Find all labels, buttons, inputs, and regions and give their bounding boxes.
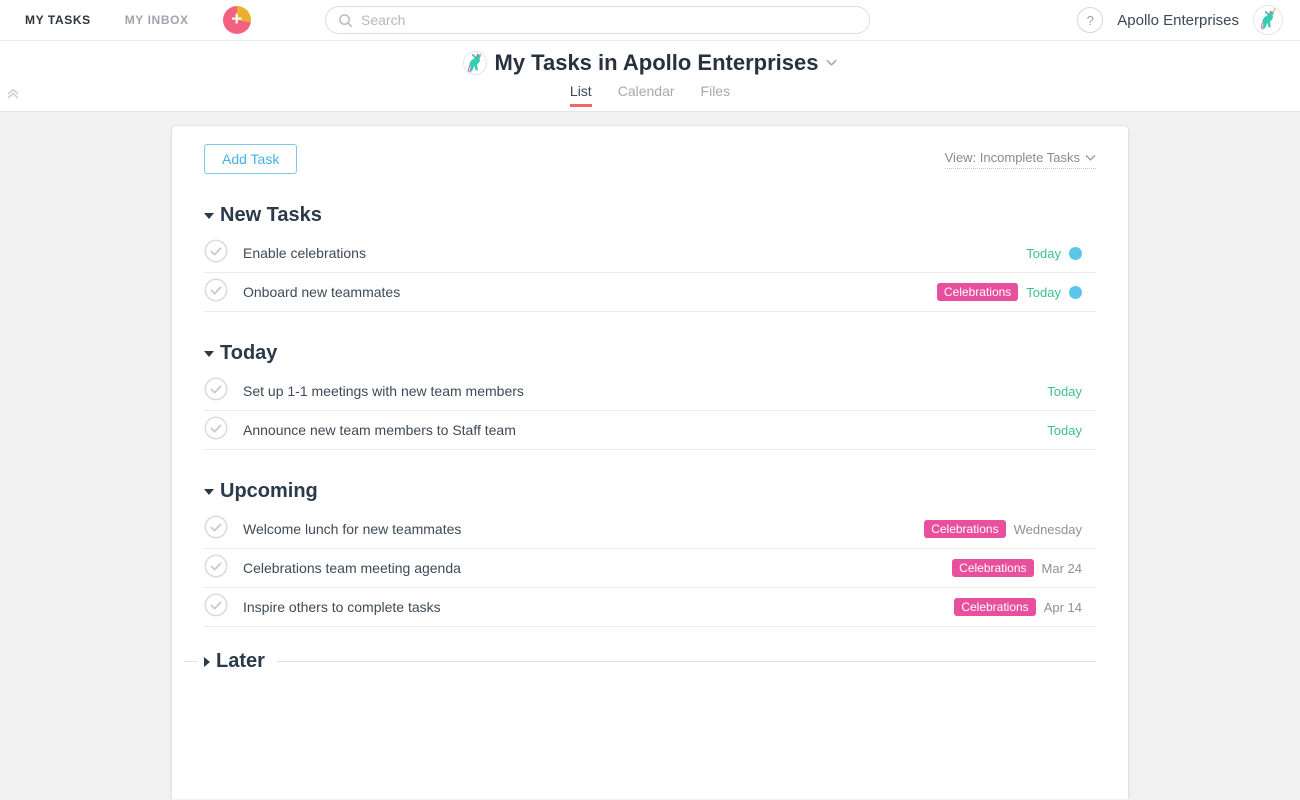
top-nav-right: ? Apollo Enterprises (1077, 5, 1300, 35)
project-tag[interactable]: Celebrations (952, 559, 1033, 577)
list-toolbar: Add Task View: Incomplete Tasks (204, 144, 1096, 174)
title-row: My Tasks in Apollo Enterprises (0, 41, 1300, 76)
unicorn-avatar-icon (463, 51, 487, 75)
section-header-new-tasks[interactable]: New Tasks (204, 204, 1096, 227)
section-header-upcoming[interactable]: Upcoming (204, 480, 1096, 503)
task-list: Set up 1-1 meetings with new team member… (204, 372, 1096, 450)
search-bar[interactable] (325, 6, 870, 34)
workspace-name[interactable]: Apollo Enterprises (1117, 12, 1239, 29)
task-meta: Celebrations Wednesday (924, 520, 1096, 538)
complete-checkbox-icon[interactable] (204, 239, 243, 268)
section-upcoming: Upcoming Welcome lunch for new teammates… (204, 480, 1096, 627)
tab-list[interactable]: List (570, 83, 592, 107)
section-header-later[interactable]: Later (204, 650, 1096, 673)
chevron-down-icon (1085, 150, 1096, 165)
page-title: My Tasks in Apollo Enterprises (495, 50, 819, 76)
complete-checkbox-icon[interactable] (204, 377, 243, 406)
collapse-header-icon[interactable] (6, 86, 20, 105)
due-date: Mar 24 (1042, 561, 1082, 576)
task-row[interactable]: Announce new team members to Staff team T… (204, 411, 1096, 450)
project-avatar (463, 51, 487, 75)
title-dropdown-caret[interactable] (826, 54, 837, 72)
due-date: Today (1047, 423, 1082, 438)
task-meta: Today (1026, 246, 1096, 261)
task-name: Enable celebrations (243, 245, 366, 261)
nav-my-inbox[interactable]: MY INBOX (125, 13, 189, 27)
search-icon (338, 13, 353, 28)
section-later: Later (204, 650, 1096, 673)
view-filter-label: View: Incomplete Tasks (945, 150, 1080, 165)
user-avatar[interactable] (1253, 5, 1283, 35)
quick-add-button[interactable]: + (223, 6, 251, 34)
help-button[interactable]: ? (1077, 7, 1103, 33)
task-row[interactable]: Set up 1-1 meetings with new team member… (204, 372, 1096, 411)
task-name: Inspire others to complete tasks (243, 599, 441, 615)
section-today: Today Set up 1-1 meetings with new team … (204, 342, 1096, 450)
due-date: Apr 14 (1044, 600, 1082, 615)
task-meta: Today (1047, 423, 1096, 438)
task-row[interactable]: Welcome lunch for new teammates Celebrati… (204, 510, 1096, 549)
expanded-triangle-icon (204, 213, 214, 219)
task-meta: Today (1047, 384, 1096, 399)
task-list: Enable celebrations Today Onboard new tea… (204, 234, 1096, 312)
view-tabs: List Calendar Files (0, 83, 1300, 107)
section-title: Upcoming (220, 480, 318, 503)
project-tag[interactable]: Celebrations (937, 283, 1018, 301)
due-date: Today (1047, 384, 1082, 399)
task-sections: New Tasks Enable celebrations Today Onboa… (204, 204, 1096, 673)
content-area: Add Task View: Incomplete Tasks New Task… (0, 112, 1300, 799)
view-filter-dropdown[interactable]: View: Incomplete Tasks (945, 150, 1096, 169)
task-row[interactable]: Onboard new teammates Celebrations Today (204, 273, 1096, 312)
task-name: Onboard new teammates (243, 284, 400, 300)
status-dot-icon (1069, 286, 1082, 299)
complete-checkbox-icon[interactable] (204, 593, 243, 622)
unicorn-avatar-icon (1254, 5, 1282, 35)
tab-calendar[interactable]: Calendar (618, 83, 675, 107)
task-row[interactable]: Celebrations team meeting agenda Celebrat… (204, 549, 1096, 588)
complete-checkbox-icon[interactable] (204, 278, 243, 307)
complete-checkbox-icon[interactable] (204, 416, 243, 445)
top-navigation-bar: MY TASKS MY INBOX + ? Apollo Enterprises (0, 0, 1300, 41)
expanded-triangle-icon (204, 351, 214, 357)
collapsed-triangle-icon (204, 657, 210, 667)
task-name: Welcome lunch for new teammates (243, 521, 461, 537)
collapsed-section-line-left (184, 661, 198, 662)
section-title: Later (216, 650, 265, 673)
due-date: Today (1026, 246, 1061, 261)
task-meta: Celebrations Today (937, 283, 1096, 301)
section-new-tasks: New Tasks Enable celebrations Today Onboa… (204, 204, 1096, 312)
task-meta: Celebrations Apr 14 (954, 598, 1096, 616)
task-list: Welcome lunch for new teammates Celebrati… (204, 510, 1096, 627)
page-header: My Tasks in Apollo Enterprises List Calen… (0, 41, 1300, 112)
task-name: Announce new team members to Staff team (243, 422, 516, 438)
complete-checkbox-icon[interactable] (204, 515, 243, 544)
task-list-panel: Add Task View: Incomplete Tasks New Task… (172, 126, 1128, 799)
task-row[interactable]: Inspire others to complete tasks Celebrat… (204, 588, 1096, 627)
section-header-today[interactable]: Today (204, 342, 1096, 365)
top-nav-left: MY TASKS MY INBOX + (0, 6, 325, 34)
task-name: Celebrations team meeting agenda (243, 560, 461, 576)
task-row[interactable]: Enable celebrations Today (204, 234, 1096, 273)
expanded-triangle-icon (204, 489, 214, 495)
collapsed-section-line (277, 661, 1096, 662)
tab-files[interactable]: Files (701, 83, 731, 107)
due-date: Today (1026, 285, 1061, 300)
task-meta: Celebrations Mar 24 (952, 559, 1096, 577)
section-title: Today (220, 342, 277, 365)
search-input[interactable] (361, 12, 857, 28)
project-tag[interactable]: Celebrations (954, 598, 1035, 616)
due-date: Wednesday (1014, 522, 1082, 537)
complete-checkbox-icon[interactable] (204, 554, 243, 583)
nav-my-tasks[interactable]: MY TASKS (25, 13, 91, 27)
project-tag[interactable]: Celebrations (924, 520, 1005, 538)
task-name: Set up 1-1 meetings with new team member… (243, 383, 524, 399)
section-title: New Tasks (220, 204, 322, 227)
add-task-button[interactable]: Add Task (204, 144, 297, 174)
status-dot-icon (1069, 247, 1082, 260)
